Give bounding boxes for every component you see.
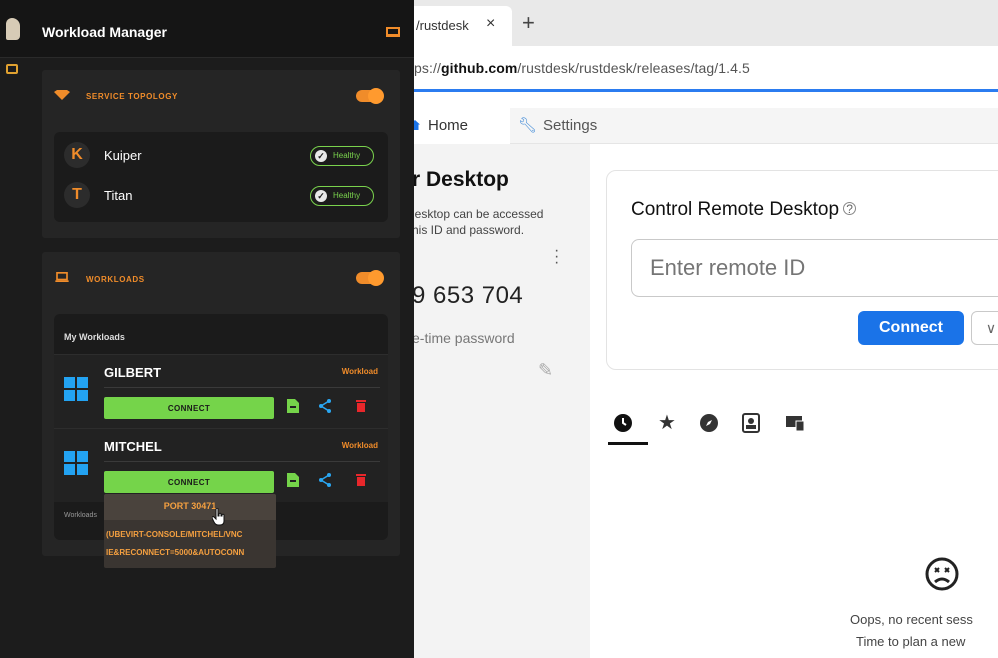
desc-line-1: lesktop can be accessed xyxy=(412,207,544,221)
delete-icon[interactable] xyxy=(354,473,368,489)
tab-settings[interactable]: 🔧︎ Settings xyxy=(518,108,618,144)
your-desktop-panel: r Desktop lesktop can be accessed his ID… xyxy=(400,144,590,658)
your-desktop-title: r Desktop xyxy=(412,168,509,191)
my-workloads-label: My Workloads xyxy=(64,332,125,342)
healthy-status-badge: ✓ Healthy xyxy=(310,146,374,166)
page-load-progress xyxy=(400,89,998,92)
laptop-icon xyxy=(55,272,69,282)
discover-compass-icon[interactable] xyxy=(698,412,720,434)
url-prefix: ps:// xyxy=(414,60,441,76)
service-row[interactable]: K Kuiper ✓ Healthy xyxy=(54,136,388,172)
browser-window: /rustdesk × + ps://github.com/rustdesk/r… xyxy=(400,0,998,658)
panel-header: Workload Manager xyxy=(0,0,414,58)
windows-icon xyxy=(64,451,88,475)
screen: /rustdesk × + ps://github.com/rustdesk/r… xyxy=(0,0,998,658)
tab-settings-label: Settings xyxy=(543,117,598,134)
your-desktop-description: lesktop can be accessed his ID and passw… xyxy=(412,206,582,238)
group-devices-icon[interactable] xyxy=(784,412,806,434)
edit-pencil-icon[interactable]: ✎ xyxy=(538,360,553,381)
workloads-toggle[interactable] xyxy=(356,270,384,286)
workload-name: MITCHEL xyxy=(104,439,162,454)
panel-title: Workload Manager xyxy=(42,24,167,40)
address-book-icon[interactable] xyxy=(740,412,762,434)
favorites-star-icon[interactable]: ★ xyxy=(656,412,678,434)
status-text: Healthy xyxy=(333,191,361,200)
service-topology-label: SERVICE TOPOLOGY xyxy=(86,92,178,101)
service-badge: K xyxy=(64,142,90,168)
vnc-url-line-1: (UBEVIRT-CONSOLE/MITCHEL/VNC xyxy=(106,530,243,539)
service-name: Titan xyxy=(104,188,133,203)
healthy-status-badge: ✓ Healthy xyxy=(310,186,374,206)
workload-type-badge: Workload xyxy=(341,441,378,450)
port-label: PORT 30471 xyxy=(104,494,276,520)
check-icon: ✓ xyxy=(315,150,327,162)
file-icon[interactable] xyxy=(286,399,300,415)
workload-connect-button[interactable]: CONNECT xyxy=(104,397,274,419)
empty-message-line-2: Time to plan a new xyxy=(856,634,966,649)
check-icon: ✓ xyxy=(315,190,327,202)
file-icon[interactable] xyxy=(286,473,300,489)
browser-tabbar: /rustdesk × + xyxy=(400,0,998,46)
divider xyxy=(104,461,380,462)
service-row[interactable]: T Titan ✓ Healthy xyxy=(54,176,388,212)
active-tab-underline xyxy=(608,442,648,445)
share-icon[interactable] xyxy=(318,399,332,415)
more-vertical-icon[interactable]: · · · xyxy=(554,243,559,271)
close-tab-icon[interactable]: × xyxy=(486,15,495,33)
service-badge: T xyxy=(64,182,90,208)
desktop-id: 9 653 704 xyxy=(412,282,524,309)
status-text: Healthy xyxy=(333,151,361,160)
new-tab-icon[interactable]: + xyxy=(522,10,535,36)
laptop-icon[interactable] xyxy=(386,27,400,37)
remote-id-input[interactable] xyxy=(631,239,998,297)
workload-connect-button[interactable]: CONNECT xyxy=(104,471,274,493)
wrench-icon: 🔧︎ xyxy=(518,117,538,134)
service-topology-section: SERVICE TOPOLOGY K Kuiper ✓ Healthy T Tit… xyxy=(42,70,400,238)
url-path: /rustdesk/rustdesk/releases/tag/1.4.5 xyxy=(517,60,750,76)
address-bar[interactable]: ps://github.com/rustdesk/rustdesk/releas… xyxy=(400,46,998,90)
workload-name: GILBERT xyxy=(104,365,162,380)
control-remote-title-text: Control Remote Desktop xyxy=(631,199,840,220)
connect-options-dropdown[interactable]: ∨ xyxy=(971,311,998,345)
workload-row: MITCHEL Workload CONNECT xyxy=(54,428,388,502)
one-time-password-label: e-time password xyxy=(412,330,515,346)
delete-icon[interactable] xyxy=(354,399,368,415)
browser-tab[interactable]: /rustdesk × xyxy=(400,6,512,46)
workloads-footer: Workloads xyxy=(64,512,97,519)
desc-line-2: his ID and password. xyxy=(412,223,525,237)
vnc-url-line-2: IE&RECONNECT=5000&AUTOCONN xyxy=(106,548,245,557)
connect-button[interactable]: Connect xyxy=(858,311,964,345)
workload-manager-panel: Workload Manager SERVICE TOPOLOGY K Kuip… xyxy=(0,0,414,658)
divider xyxy=(104,387,380,388)
service-name: Kuiper xyxy=(104,148,142,163)
rustdesk-tabbar: Home 🔧︎ Settings xyxy=(400,108,998,144)
recent-clock-icon[interactable] xyxy=(612,412,634,434)
control-panel: Control Remote Desktop? Connect ∨ ★ xyxy=(590,144,998,658)
control-remote-title: Control Remote Desktop? xyxy=(631,199,857,221)
windows-icon xyxy=(64,377,88,401)
server-icon[interactable] xyxy=(6,64,18,74)
url-host: github.com xyxy=(440,60,518,76)
app-logo-icon xyxy=(6,18,20,40)
empty-message-line-1: Oops, no recent sess xyxy=(850,612,973,627)
service-list: K Kuiper ✓ Healthy T Titan ✓ Healthy xyxy=(54,132,388,222)
browser-tab-title: /rustdesk xyxy=(416,18,469,33)
address-url[interactable]: ps://github.com/rustdesk/rustdesk/releas… xyxy=(414,60,750,76)
hand-cursor-icon xyxy=(212,508,225,526)
workload-type-badge: Workload xyxy=(341,367,378,376)
control-remote-card: Control Remote Desktop? Connect ∨ xyxy=(606,170,998,370)
help-icon[interactable]: ? xyxy=(843,202,857,215)
connect-tooltip: PORT 30471 (UBEVIRT-CONSOLE/MITCHEL/VNC … xyxy=(104,494,276,568)
tab-home-label: Home xyxy=(428,117,469,134)
sad-face-icon xyxy=(924,556,960,601)
service-topology-toggle[interactable] xyxy=(356,88,384,104)
diamond-icon xyxy=(54,90,70,100)
workloads-label: WORKLOADS xyxy=(86,275,145,284)
share-icon[interactable] xyxy=(318,473,332,489)
tab-home[interactable]: Home xyxy=(400,108,510,144)
workload-row: GILBERT Workload CONNECT xyxy=(54,354,388,428)
